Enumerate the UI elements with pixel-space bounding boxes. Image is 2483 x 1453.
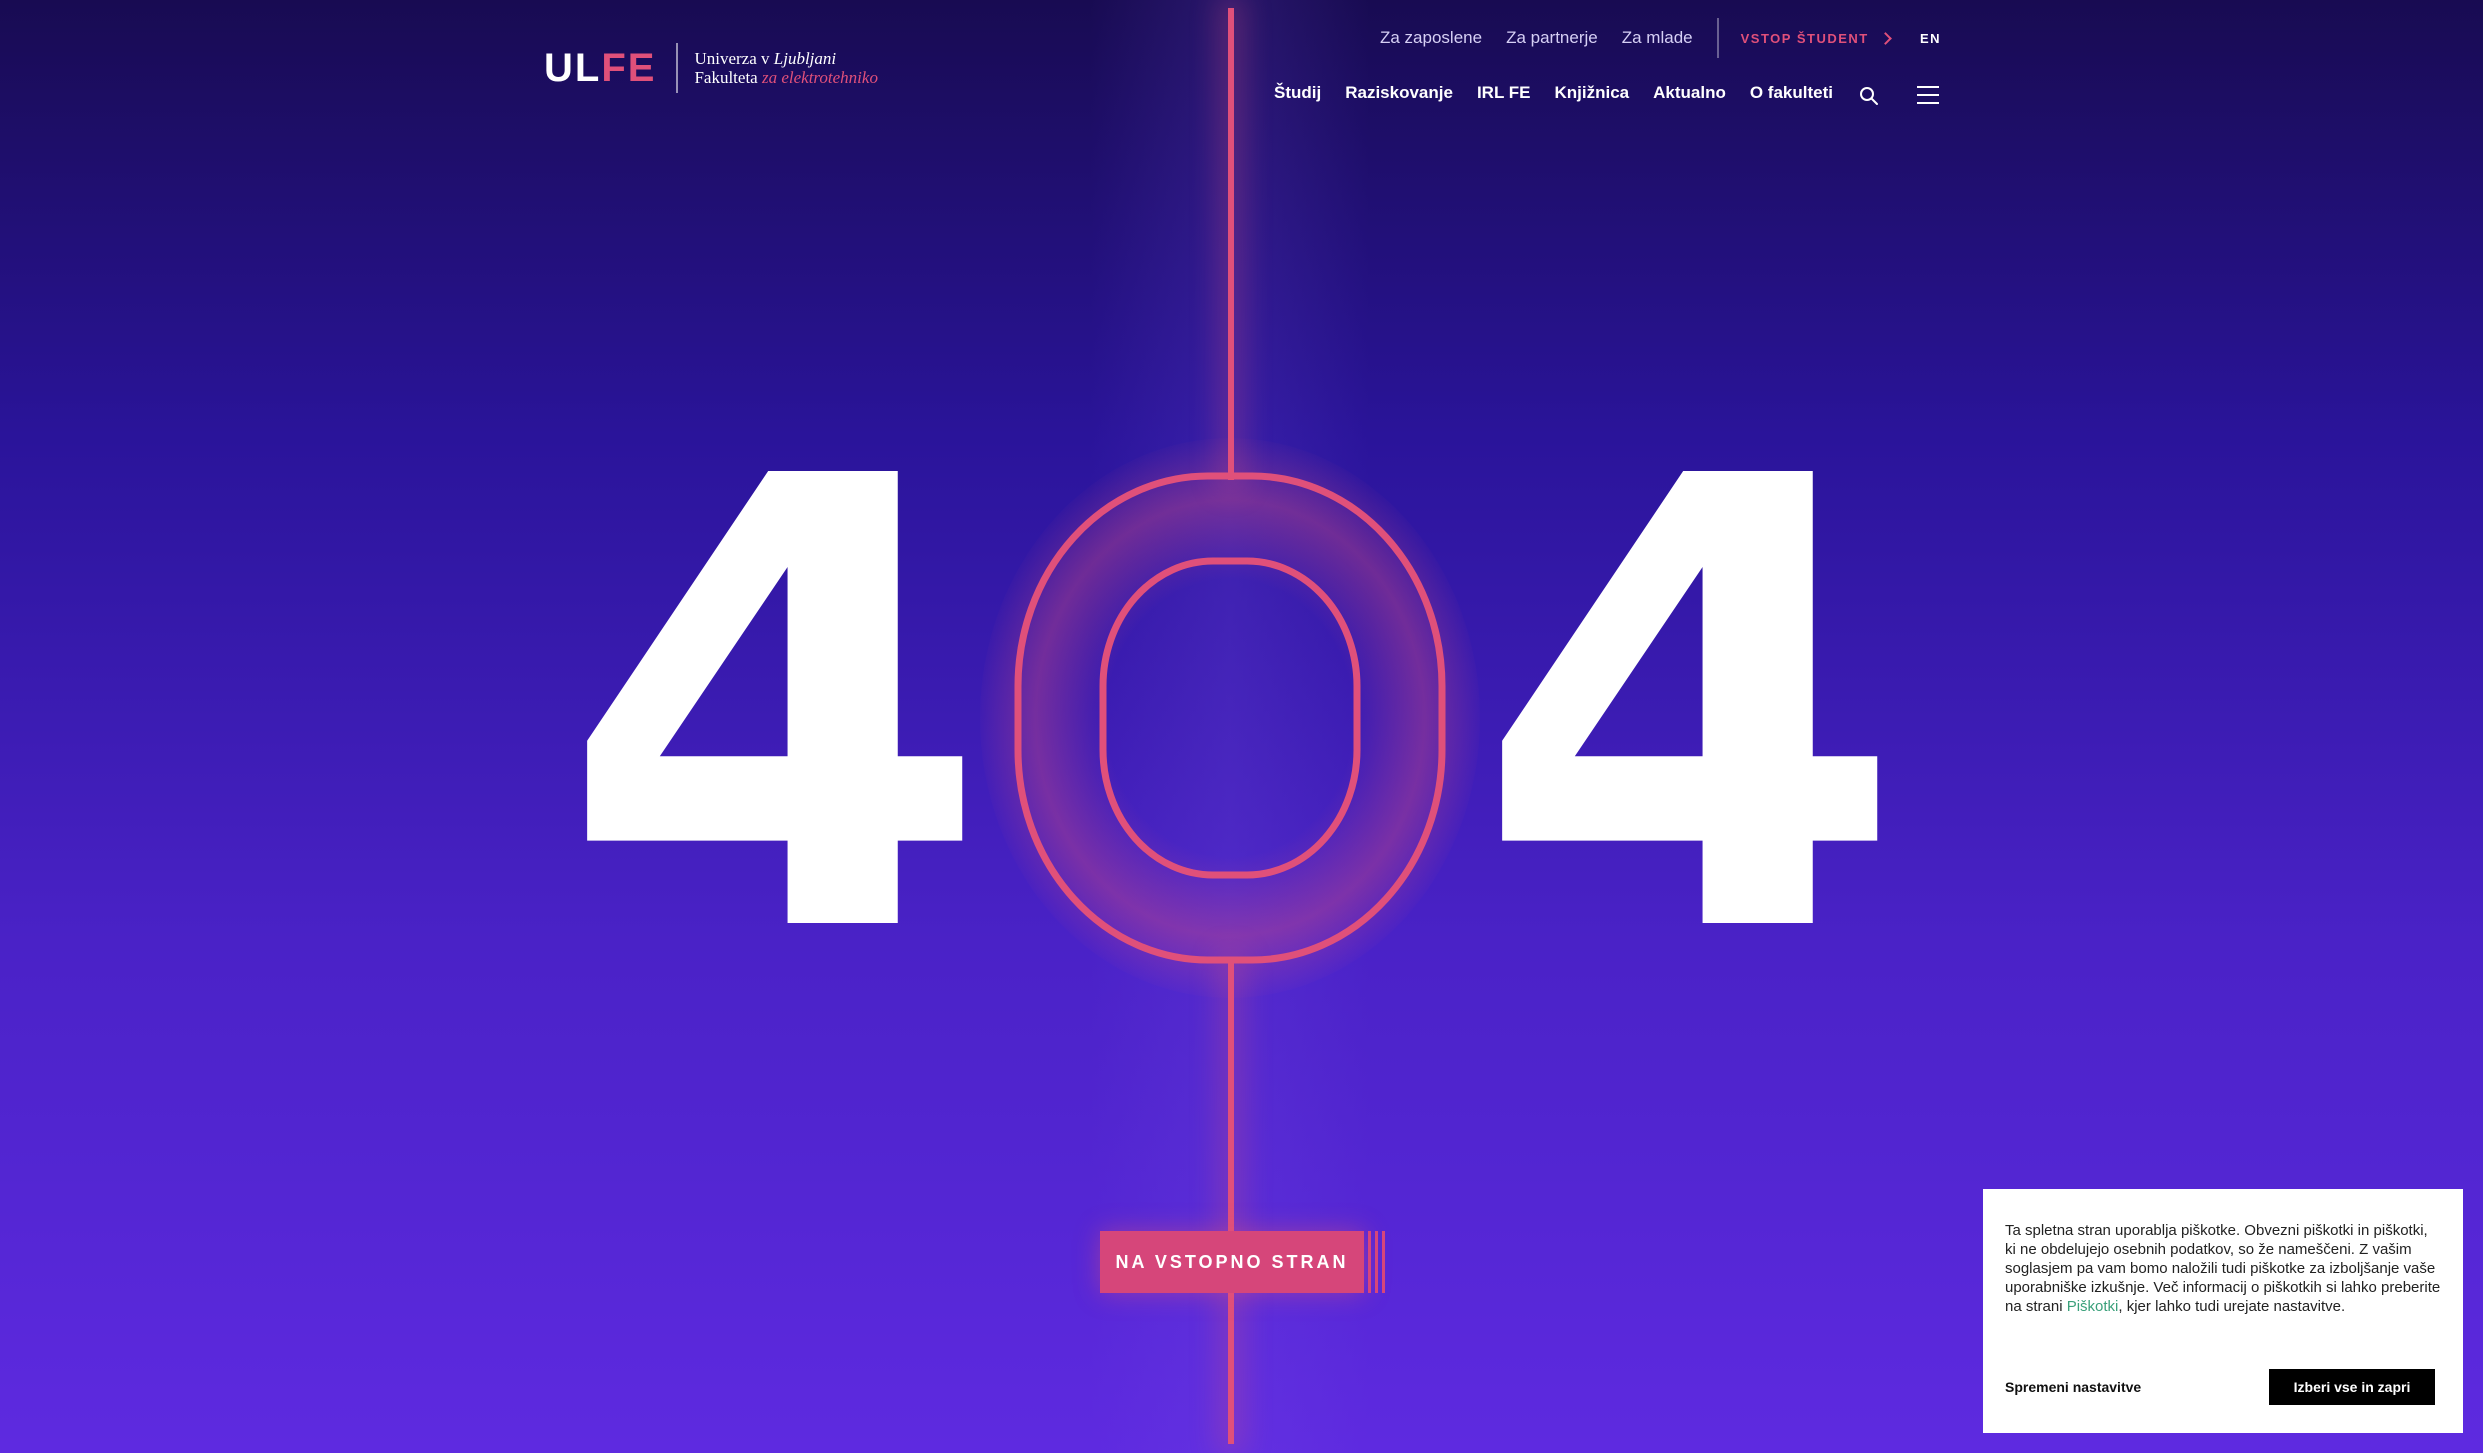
logo-mark: ULFE bbox=[544, 48, 656, 88]
cookie-settings-button[interactable]: Spremeni nastavitve bbox=[2005, 1379, 2141, 1395]
logo-wordmark: Univerza v Ljubljani Fakulteta za elektr… bbox=[694, 49, 878, 87]
cookie-accept-button[interactable]: Izberi vse in zapri bbox=[2269, 1369, 2435, 1405]
cookie-text: Ta spletna stran uporablja piškotke. Obv… bbox=[2005, 1221, 2441, 1316]
logo-mark-ul: UL bbox=[544, 46, 602, 90]
chevron-right-icon bbox=[1878, 31, 1892, 45]
faculty-logo[interactable]: ULFE Univerza v Ljubljani Fakulteta za e… bbox=[544, 40, 878, 96]
utility-nav: Za zaposlene Za partnerje Za mlade VSTOP… bbox=[1380, 18, 1892, 58]
nav-item-studij[interactable]: Študij bbox=[1274, 83, 1321, 103]
cookie-banner: Ta spletna stran uporablja piškotke. Obv… bbox=[1983, 1189, 2463, 1433]
neon-line-top bbox=[1228, 8, 1234, 480]
logo-mark-fe: FE bbox=[601, 46, 657, 90]
nav-item-o-fakulteti[interactable]: O fakulteti bbox=[1750, 83, 1833, 103]
utility-link-employees[interactable]: Za zaposlene bbox=[1380, 28, 1482, 48]
error-digit-right: 4 bbox=[1474, 349, 1905, 1070]
logo-line-1: Univerza v Ljubljani bbox=[694, 49, 878, 68]
logo-line-1-italic: Ljubljani bbox=[773, 49, 837, 68]
cookie-actions: Spremeni nastavitve Izberi vse in zapri bbox=[2005, 1369, 2435, 1405]
utility-link-youth[interactable]: Za mlade bbox=[1622, 28, 1693, 48]
hamburger-menu-icon[interactable] bbox=[1917, 84, 1939, 106]
error-digit-left: 4 bbox=[559, 349, 990, 1070]
utility-divider bbox=[1716, 18, 1719, 58]
nav-item-aktualno[interactable]: Aktualno bbox=[1653, 83, 1726, 103]
nav-item-raziskovanje[interactable]: Raziskovanje bbox=[1345, 83, 1453, 103]
nav-item-knjiznica[interactable]: Knjižnica bbox=[1554, 83, 1629, 103]
search-icon[interactable] bbox=[1859, 86, 1879, 106]
neon-zero-icon bbox=[1014, 472, 1446, 964]
main-nav: Študij Raziskovanje IRL FE Knjižnica Akt… bbox=[1274, 83, 1857, 103]
error-digit-zero bbox=[980, 438, 1480, 998]
cookie-text-tail: , kjer lahko tudi urejate nastavitve. bbox=[2118, 1298, 2346, 1315]
logo-line-2: Fakulteta za elektrotehniko bbox=[694, 68, 878, 87]
student-login-link[interactable]: VSTOP ŠTUDENT bbox=[1740, 30, 1892, 46]
logo-divider bbox=[676, 43, 679, 93]
button-stripes bbox=[1368, 1231, 1388, 1293]
neon-line-bottom bbox=[1228, 962, 1234, 1444]
logo-line-2-prefix: Fakulteta bbox=[694, 68, 762, 87]
logo-line-1-prefix: Univerza v bbox=[694, 49, 774, 68]
logo-line-2-italic: za elektrotehniko bbox=[761, 68, 878, 87]
cookie-policy-link[interactable]: Piškotki bbox=[2067, 1298, 2119, 1315]
utility-link-partners[interactable]: Za partnerje bbox=[1506, 28, 1598, 48]
home-page-button[interactable]: NA VSTOPNO STRAN bbox=[1100, 1231, 1364, 1293]
student-login-label: VSTOP ŠTUDENT bbox=[1740, 30, 1869, 46]
language-switch[interactable]: EN bbox=[1920, 31, 1941, 46]
nav-item-irl-fe[interactable]: IRL FE bbox=[1477, 83, 1531, 103]
